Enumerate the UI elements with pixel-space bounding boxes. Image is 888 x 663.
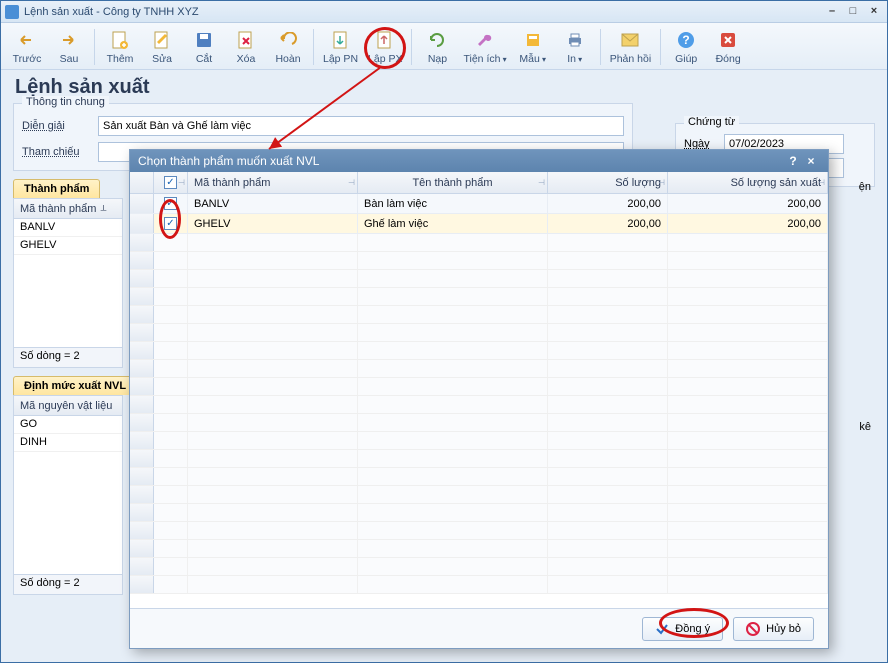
back-button[interactable]: Trước — [7, 27, 47, 67]
toolbar: Trước Sau Thêm Sửa Cắt Xóa Hoàn Lập PN L… — [1, 23, 887, 70]
label-ke-partial: kê — [859, 421, 871, 433]
ok-button[interactable]: Đồng ý — [642, 617, 723, 641]
close-button[interactable]: Đóng — [708, 27, 748, 67]
modal-close-button[interactable]: × — [802, 154, 820, 168]
row-prod-qty: 200,00 — [668, 214, 828, 233]
row-selector[interactable] — [130, 214, 154, 233]
utility-button[interactable]: Tiện ích — [459, 27, 510, 67]
delete-button[interactable]: Xóa — [226, 27, 266, 67]
tab-materials[interactable]: Định mức xuất NVL — [13, 376, 137, 395]
materials-row[interactable]: GO — [14, 416, 122, 434]
products-header-code: Mã thành phẩm — [20, 203, 96, 215]
wrench-icon — [474, 29, 496, 51]
window-title: Lệnh sản xuất - Công ty TNHH XYZ — [24, 6, 199, 18]
page-delete-icon — [235, 29, 257, 51]
forward-button[interactable]: Sau — [49, 27, 89, 67]
app-icon — [5, 5, 19, 19]
template-button[interactable]: Mẫu — [513, 27, 553, 67]
help-button[interactable]: ?Giúp — [666, 27, 706, 67]
row-name: Bàn làm việc — [358, 194, 548, 213]
row-prod-qty: 200,00 — [668, 194, 828, 213]
document-group-title: Chứng từ — [684, 116, 739, 128]
arrow-left-icon — [16, 29, 38, 51]
receipt-in-icon — [330, 29, 352, 51]
modal-help-button[interactable]: ? — [784, 154, 802, 168]
page-title: Lệnh sản xuất — [1, 70, 887, 103]
minimize-button[interactable]: – — [823, 5, 841, 19]
cut-button[interactable]: Cắt — [184, 27, 224, 67]
row-qty: 200,00 — [548, 194, 668, 213]
page-edit-icon — [151, 29, 173, 51]
products-row[interactable]: BANLV — [14, 219, 122, 237]
cancel-icon — [746, 622, 760, 636]
materials-row[interactable]: DINH — [14, 434, 122, 452]
modal-header-name[interactable]: Tên thành phẩm⊣ — [358, 172, 548, 193]
print-button[interactable]: In — [555, 27, 595, 67]
general-info-title: Thông tin chung — [22, 96, 109, 108]
cancel-button[interactable]: Hủy bỏ — [733, 617, 814, 641]
arrow-right-icon — [58, 29, 80, 51]
maximize-button[interactable]: □ — [844, 5, 862, 19]
edit-button[interactable]: Sửa — [142, 27, 182, 67]
modal-title: Chọn thành phẩm muốn xuất NVL — [138, 154, 319, 168]
add-button[interactable]: Thêm — [100, 27, 140, 67]
lap-pn-button[interactable]: Lập PN — [319, 27, 362, 67]
modal-header-checkall[interactable]: ✓⊣ — [154, 172, 188, 193]
modal-grid[interactable]: ✓⊣ Mã thành phẩm⊣ Tên thành phẩm⊣ Số lượ… — [130, 172, 828, 608]
tab-products[interactable]: Thành phẩm — [13, 179, 100, 198]
modal-row[interactable]: ✓GHELVGhế làm việc200,00200,00 — [130, 214, 828, 234]
undo-icon — [277, 29, 299, 51]
titlebar: Lệnh sản xuất - Công ty TNHH XYZ – □ × — [1, 1, 887, 23]
modal-header-qty[interactable]: Số lượng⊣ — [548, 172, 668, 193]
modal-titlebar: Chọn thành phẩm muốn xuất NVL ? × — [130, 150, 828, 172]
undo-button[interactable]: Hoàn — [268, 27, 308, 67]
products-grid[interactable]: Mã thành phẩm ⟂ BANLV GHELV — [13, 198, 123, 348]
receipt-out-icon — [374, 29, 396, 51]
modal-header-prodqty[interactable]: Số lượng sản xuất⊣ — [668, 172, 828, 193]
materials-status: Số dòng = 2 — [13, 575, 123, 595]
pin-icon: ⟂ — [100, 203, 106, 214]
row-checkbox[interactable]: ✓ — [154, 194, 188, 213]
label-thamchieu: Tham chiếu — [22, 146, 98, 158]
row-selector[interactable] — [130, 194, 154, 213]
reload-button[interactable]: Nạp — [417, 27, 457, 67]
row-code: GHELV — [188, 214, 358, 233]
lap-px-button[interactable]: Lập PX — [364, 27, 406, 67]
save-icon — [193, 29, 215, 51]
printer-icon — [564, 29, 586, 51]
template-icon — [522, 29, 544, 51]
svg-text:?: ? — [682, 33, 689, 47]
page-add-icon — [109, 29, 131, 51]
materials-grid[interactable]: Mã nguyên vật liệu GO DINH — [13, 395, 123, 575]
products-status: Số dòng = 2 — [13, 348, 123, 368]
feedback-button[interactable]: Phản hồi — [606, 27, 655, 67]
label-diengiai: Diễn giải — [22, 120, 98, 132]
modal-header-code[interactable]: Mã thành phẩm⊣ — [188, 172, 358, 193]
row-qty: 200,00 — [548, 214, 668, 233]
check-icon — [655, 622, 669, 636]
help-icon: ? — [675, 29, 697, 51]
reload-icon — [426, 29, 448, 51]
row-name: Ghế làm việc — [358, 214, 548, 233]
materials-header-code: Mã nguyên vật liệu — [20, 400, 112, 412]
products-row[interactable]: GHELV — [14, 237, 122, 255]
label-en-partial: ện — [859, 181, 871, 193]
close-icon — [717, 29, 739, 51]
row-code: BANLV — [188, 194, 358, 213]
modal-header-selector[interactable] — [130, 172, 154, 193]
select-products-modal: Chọn thành phẩm muốn xuất NVL ? × ✓⊣ Mã … — [129, 149, 829, 649]
modal-row[interactable]: ✓BANLVBàn làm việc200,00200,00 — [130, 194, 828, 214]
input-diengiai[interactable] — [98, 116, 624, 136]
row-checkbox[interactable]: ✓ — [154, 214, 188, 233]
mail-icon — [619, 29, 641, 51]
close-window-button[interactable]: × — [865, 5, 883, 19]
modal-footer: Đồng ý Hủy bỏ — [130, 608, 828, 648]
